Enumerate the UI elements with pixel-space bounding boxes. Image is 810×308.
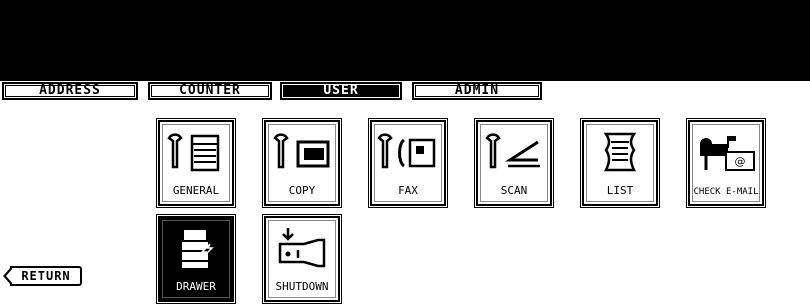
tab-user[interactable]: USER	[280, 82, 402, 100]
drawer-label: DRAWER	[176, 280, 216, 293]
drawer-button[interactable]: DRAWER	[156, 214, 236, 304]
power-switch-icon	[278, 228, 326, 268]
tab-address-label: ADDRESS	[39, 83, 101, 98]
svg-text:@: @	[735, 155, 746, 168]
wrench-fax-icon	[377, 133, 436, 169]
general-button[interactable]: GENERAL	[156, 118, 236, 208]
tab-admin[interactable]: ADMIN	[412, 82, 542, 100]
mailbox-icon: @	[700, 136, 755, 171]
tab-counter-label: COUNTER	[179, 83, 241, 98]
tab-counter[interactable]: COUNTER	[148, 82, 272, 100]
tab-admin-label: ADMIN	[454, 83, 500, 98]
tab-bar: ADDRESS COUNTER USER ADMIN	[0, 81, 810, 103]
fax-button[interactable]: FAX	[368, 118, 448, 208]
copy-label: COPY	[288, 184, 316, 197]
return-label: RETURN	[21, 269, 71, 283]
check-email-button[interactable]: @ CHECK E-MAIL	[686, 118, 766, 208]
tab-user-label: USER	[323, 83, 359, 98]
general-label: GENERAL	[172, 184, 220, 197]
tab-address[interactable]: ADDRESS	[2, 82, 138, 100]
copy-button[interactable]: COPY	[262, 118, 342, 208]
drawer-icon	[182, 230, 214, 268]
shutdown-button[interactable]: SHUTDOWN	[262, 214, 342, 304]
shutdown-label: SHUTDOWN	[275, 280, 329, 293]
wrench-copier-icon	[167, 133, 220, 172]
list-scroll-icon	[603, 132, 637, 172]
fax-label: FAX	[398, 184, 418, 197]
check-email-label: CHECK E-MAIL	[693, 187, 759, 197]
scan-label: SCAN	[500, 184, 528, 197]
return-button[interactable]: RETURN	[3, 266, 82, 286]
scan-button[interactable]: SCAN	[474, 118, 554, 208]
list-button[interactable]: LIST	[580, 118, 660, 208]
list-label: LIST	[606, 184, 634, 197]
wrench-scan-icon	[485, 133, 540, 169]
wrench-copy-icon	[273, 133, 330, 169]
status-display-area	[0, 0, 810, 81]
